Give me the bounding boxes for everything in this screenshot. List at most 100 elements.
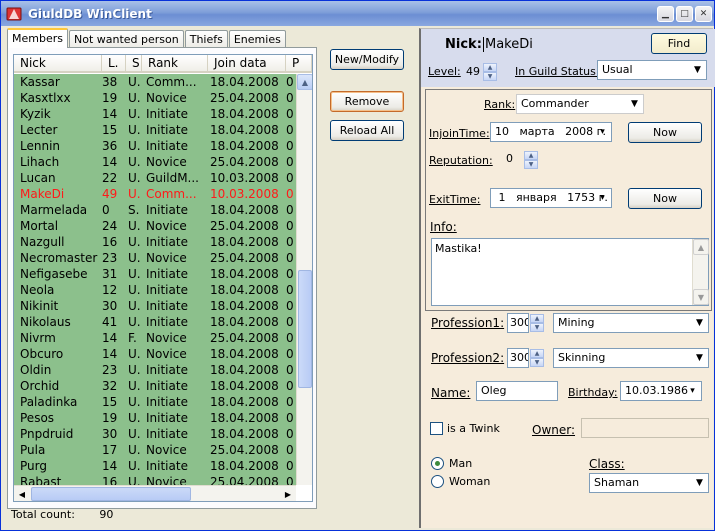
table-row[interactable]: Pesos 19 U. Initiate 18.04.2008 0 [14,410,296,426]
table-row[interactable]: Paladinka 15 U. Initiate 18.04.2008 0 [14,394,296,410]
exit-now-button[interactable]: Now [628,188,702,209]
table-row[interactable]: Lucan 22 U. GuildM... 10.03.2008 0 [14,170,296,186]
join-now-button[interactable]: Now [628,122,702,143]
table-row[interactable]: Mortal 24 U. Novice 25.04.2008 0 [14,218,296,234]
spin-up-icon[interactable]: ▲ [524,151,538,160]
tab-not-wanted-person[interactable]: Not wanted person [68,30,184,48]
vertical-scroll-thumb[interactable] [298,270,312,388]
table-row[interactable]: MakeDi 49 U. Comm... 10.03.2008 0 [14,186,296,202]
level-value[interactable]: 49 [466,65,480,78]
name-input[interactable]: Oleg [476,381,558,401]
title-bar[interactable]: GiuldDB WinClient ▁ □ ✕ [1,1,714,26]
tab-enemies[interactable]: Enemies [228,30,286,48]
chevron-down-icon[interactable]: ▼ [692,350,707,366]
nick-input[interactable]: MakeDi [483,37,533,52]
arrow-up-icon[interactable]: ▲ [693,239,709,255]
spin-up-icon[interactable]: ▲ [530,314,544,323]
table-row[interactable]: Nikolaus 41 U. Initiate 18.04.2008 0 [14,314,296,330]
table-row[interactable]: Kasxtlxx 19 U. Novice 25.04.2008 0 [14,90,296,106]
woman-radio[interactable] [431,475,444,488]
reload-all-button[interactable]: Reload All [330,120,404,141]
grid-horizontal-scrollbar[interactable]: ◀ ▶ [14,485,296,501]
close-button[interactable]: ✕ [695,6,712,22]
table-row[interactable]: Orchid 32 U. Initiate 18.04.2008 0 [14,378,296,394]
profession2-skill-input[interactable]: 300 [507,348,529,368]
info-scrollbar[interactable]: ▲ ▼ [692,239,709,305]
scroll-up-button[interactable]: ▲ [297,74,312,90]
table-row[interactable]: Purg 14 U. Initiate 18.04.2008 0 [14,458,296,474]
chevron-down-icon[interactable]: ▼ [690,62,705,78]
horizontal-scroll-thumb[interactable] [31,487,191,501]
column-header-status[interactable]: S [126,55,142,72]
spin-up-icon[interactable]: ▲ [530,349,544,358]
table-row[interactable]: Lennin 36 U. Initiate 18.04.2008 0 [14,138,296,154]
class-select[interactable]: Shaman ▼ [589,473,709,493]
profession2-spinner[interactable]: ▲ ▼ [530,349,544,367]
reputation-spinner[interactable]: ▲ ▼ [524,151,538,169]
members-grid[interactable]: Nick L. S Rank Join data P Kassar 38 U. Com… [13,54,313,502]
guild-status-select[interactable]: Usual ▼ [597,60,707,80]
chevron-down-icon[interactable]: ▾ [685,383,700,399]
join-time-picker[interactable]: 10 марта 2008 г. ▾ [490,122,612,142]
spin-down-icon[interactable]: ▼ [530,323,544,332]
column-header-join-data[interactable]: Join data [208,55,286,72]
table-row[interactable]: Obcuro 14 U. Novice 18.04.2008 0 [14,346,296,362]
table-row[interactable]: Kassar 38 U. Comm... 18.04.2008 0 [14,74,296,90]
spin-up-icon[interactable]: ▲ [483,63,497,72]
rank-select[interactable]: Commander ▼ [516,94,644,114]
column-header-level[interactable]: L. [102,55,126,72]
column-header-rank[interactable]: Rank [142,55,208,72]
grid-vertical-scrollbar[interactable]: ▲ [296,74,312,485]
spin-down-icon[interactable]: ▼ [530,358,544,367]
profession1-select[interactable]: Mining ▼ [553,313,709,333]
reputation-value[interactable]: 0 [506,152,513,165]
table-row[interactable]: Necromaster 23 U. Novice 25.04.2008 0 [14,250,296,266]
column-header-nick[interactable]: Nick [14,55,102,72]
man-radio[interactable] [431,457,444,470]
level-spinner[interactable]: ▲ ▼ [483,63,497,81]
info-textarea[interactable]: Mastika! ▲ ▼ [431,238,709,306]
minimize-button[interactable]: ▁ [657,6,674,22]
profession1-spinner[interactable]: ▲ ▼ [530,314,544,332]
tab-members[interactable]: Members [7,28,68,48]
profession1-skill-input[interactable]: 300 [507,313,529,333]
table-row[interactable]: Oldin 23 U. Initiate 18.04.2008 0 [14,362,296,378]
cell-join-date: 25.04.2008 [210,155,279,169]
profession2-select[interactable]: Skinning ▼ [553,348,709,368]
is-twink-checkbox[interactable] [430,422,443,435]
new-modify-button[interactable]: New/Modify [330,49,404,70]
table-row[interactable]: Marmelada 0 S. Initiate 18.04.2008 0 [14,202,296,218]
maximize-button[interactable]: □ [676,6,693,22]
cell-nick: Mortal [20,219,59,233]
table-row[interactable]: Lihach 14 U. Novice 25.04.2008 0 [14,154,296,170]
chevron-down-icon[interactable]: ▼ [692,475,707,491]
chevron-down-icon[interactable]: ▾ [595,190,610,206]
chevron-down-icon[interactable]: ▾ [595,124,610,140]
table-row[interactable]: Lecter 15 U. Initiate 18.04.2008 0 [14,122,296,138]
table-row[interactable]: Nikinit 30 U. Initiate 18.04.2008 0 [14,298,296,314]
table-row[interactable]: Neola 12 U. Initiate 18.04.2008 0 [14,282,296,298]
table-row[interactable]: Nazgull 16 U. Initiate 18.04.2008 0 [14,234,296,250]
chevron-down-icon[interactable]: ▼ [627,96,642,112]
table-row[interactable]: Kyzik 14 U. Initiate 18.04.2008 0 [14,106,296,122]
cell-nick: Orchid [20,379,60,393]
cell-rank: Initiate [146,203,188,217]
spin-down-icon[interactable]: ▼ [524,160,538,169]
chevron-down-icon[interactable]: ▼ [692,315,707,331]
cell-level: 19 [102,91,118,105]
remove-button[interactable]: Remove [330,91,404,112]
spin-down-icon[interactable]: ▼ [483,72,497,81]
tab-thiefs[interactable]: Thiefs [184,30,228,48]
birthday-picker[interactable]: 10.03.1986 ▾ [620,381,702,401]
owner-input[interactable] [581,418,709,438]
find-button[interactable]: Find [651,33,707,54]
column-header-p[interactable]: P [286,55,312,72]
scroll-left-button[interactable]: ◀ [14,486,30,501]
table-row[interactable]: Pula 17 U. Novice 25.04.2008 0 [14,442,296,458]
scroll-right-button[interactable]: ▶ [280,486,296,501]
table-row[interactable]: Pnpdruid 30 U. Initiate 18.04.2008 0 [14,426,296,442]
table-row[interactable]: Nefigasebe 31 U. Initiate 18.04.2008 0 [14,266,296,282]
exit-time-picker[interactable]: 1 января 1753 г. ▾ [490,188,612,208]
arrow-down-icon[interactable]: ▼ [693,289,709,305]
table-row[interactable]: Nivrm 14 F. Novice 25.04.2008 0 [14,330,296,346]
